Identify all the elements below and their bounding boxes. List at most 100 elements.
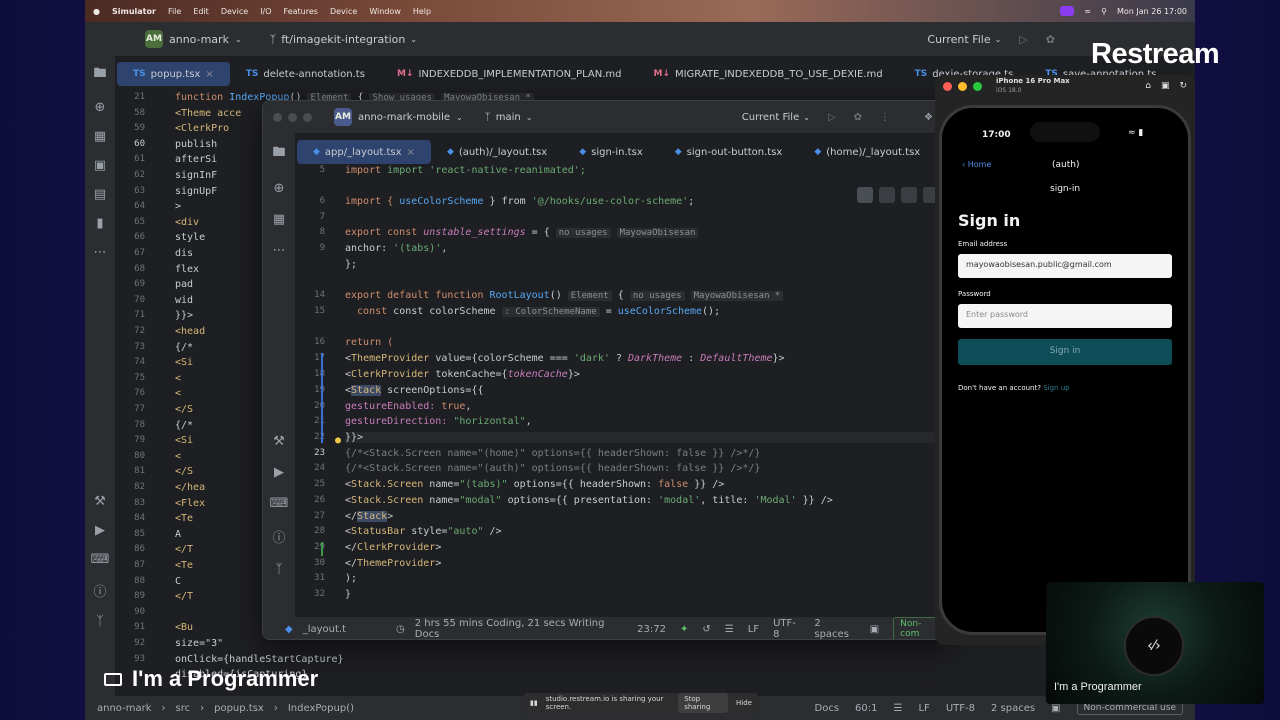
stop-sharing-button[interactable]: Stop sharing <box>678 693 729 713</box>
minimize-window-button[interactable] <box>958 81 967 91</box>
play-circle-icon[interactable]: ▶ <box>95 523 105 538</box>
inlay-hint[interactable]: no usages <box>555 228 611 238</box>
indent-setting[interactable]: 2 spaces <box>991 703 1035 714</box>
menu-edit[interactable]: Edit <box>193 7 209 16</box>
apple-icon[interactable]: ● <box>93 7 100 16</box>
close-window-button[interactable] <box>943 81 952 91</box>
hide-button[interactable]: Hide <box>736 699 752 707</box>
git-icon[interactable]: ᛉ <box>275 562 283 577</box>
crumb-function[interactable]: IndexPopup() <box>288 703 354 714</box>
plugins-icon[interactable]: ▣ <box>94 158 106 173</box>
screen-share-indicator-icon[interactable] <box>1060 6 1075 16</box>
structure-icon[interactable]: ▦ <box>94 129 106 144</box>
crumb-file[interactable]: popup.tsx <box>214 703 264 714</box>
menu-file[interactable]: File <box>168 7 181 16</box>
more-icon[interactable]: ⋯ <box>94 245 107 260</box>
tab-sign-out-button[interactable]: ◆ sign-out-button.tsx <box>659 140 799 164</box>
terminal-icon[interactable]: ⌨ <box>270 496 289 511</box>
structure-icon[interactable]: ▦ <box>273 212 285 227</box>
sync-icon[interactable]: ↺ <box>702 624 710 635</box>
front-run-config[interactable]: Current File ⌄ ▷ ✿ ⋮ ❖ <box>742 112 933 123</box>
front-code-editor[interactable]: import import 'react-native-reanimated';… <box>321 165 945 615</box>
lock-icon[interactable]: ▣ <box>870 624 879 635</box>
crumb-src[interactable]: src <box>176 703 191 714</box>
debug-icon[interactable]: ✿ <box>1046 33 1055 46</box>
indent-icon[interactable]: ☰ <box>725 624 734 635</box>
commit-icon[interactable]: ⊕ <box>95 100 106 115</box>
line-separator[interactable]: LF <box>918 703 929 714</box>
back-branch-selector[interactable]: ᛉ ft/imagekit-integration ⌄ <box>270 33 417 46</box>
close-window-button[interactable] <box>273 112 282 122</box>
coding-timer[interactable]: 2 hrs 55 mins Coding, 21 secs Writing Do… <box>415 618 627 639</box>
tab-label: (auth)/_layout.tsx <box>458 146 548 158</box>
tab-home-layout[interactable]: ◆ (home)/_layout.tsx <box>798 140 936 164</box>
tab-sign-in[interactable]: ◆ sign-in.tsx <box>563 140 659 164</box>
layers-icon[interactable]: ▤ <box>94 187 106 202</box>
indent-icon[interactable]: ☰ <box>894 703 903 714</box>
menu-help[interactable]: Help <box>413 7 431 16</box>
tab-app-layout[interactable]: ◆ app/_layout.tsx × <box>297 140 431 164</box>
menu-device[interactable]: Device <box>221 7 248 16</box>
ai-assistant-icon[interactable]: ❖ <box>924 112 933 123</box>
lightbulb-icon[interactable]: ● <box>335 435 341 446</box>
password-field[interactable]: Enter password <box>958 304 1172 328</box>
cursor-position[interactable]: 60:1 <box>855 703 877 714</box>
zoom-window-button[interactable] <box>303 112 312 122</box>
build-icon[interactable]: ⚒ <box>273 434 285 449</box>
menu-app-name[interactable]: Simulator <box>112 7 156 16</box>
file-encoding[interactable]: UTF-8 <box>773 618 800 639</box>
menubar-clock[interactable]: Mon Jan 26 17:00 <box>1117 7 1187 16</box>
front-branch-selector[interactable]: ᛉ main ⌄ <box>485 112 533 123</box>
problems-icon[interactable]: ⓘ <box>272 527 285 546</box>
back-run-config[interactable]: Current File ⌄ ▷ ✿ <box>927 33 1055 46</box>
inlay-hint[interactable]: no usages <box>629 291 685 301</box>
crumb-file[interactable]: _layout.t <box>303 624 346 635</box>
close-icon[interactable]: × <box>407 147 415 158</box>
email-field[interactable]: mayowaobisesan.public@gmail.com <box>958 254 1172 278</box>
back-button[interactable]: ‹ Home <box>962 160 991 169</box>
play-circle-icon[interactable]: ▶ <box>274 465 284 480</box>
crumb-project[interactable]: anno-mark <box>97 703 152 714</box>
menu-window[interactable]: Window <box>369 7 401 16</box>
tab-indexeddb-plan[interactable]: M↓ INDEXEDDB_IMPLEMENTATION_PLAN.md <box>381 62 638 86</box>
ai-icon[interactable]: ✦ <box>680 624 688 635</box>
line-separator[interactable]: LF <box>748 624 759 635</box>
code-line: }}> <box>175 310 194 322</box>
search-icon[interactable]: ⚲ <box>1101 7 1107 16</box>
tab-migrate-dexie[interactable]: M↓ MIGRATE_INDEXEDDB_TO_USE_DEXIE.md <box>637 62 898 86</box>
indent-setting[interactable]: 2 spaces <box>814 618 855 639</box>
tab-delete-annotation[interactable]: TS delete-annotation.ts <box>230 62 381 86</box>
run-icon[interactable]: ▷ <box>828 112 836 123</box>
more-icon[interactable]: ⋯ <box>273 243 286 258</box>
front-project-selector[interactable]: AM anno-mark-mobile ⌄ <box>334 108 463 126</box>
sign-in-button[interactable]: Sign in <box>958 339 1172 365</box>
lock-icon[interactable]: ▣ <box>1051 703 1060 714</box>
rotate-icon[interactable]: ↻ <box>1179 81 1187 91</box>
bookmark-icon[interactable]: ▮ <box>96 216 103 231</box>
file-encoding[interactable]: UTF-8 <box>946 703 975 714</box>
menu-features[interactable]: Features <box>284 7 318 16</box>
build-icon[interactable]: ⚒ <box>94 494 106 509</box>
folder-icon[interactable]: 🖿 <box>272 143 285 165</box>
sign-up-link[interactable]: Sign up <box>1043 384 1069 392</box>
tab-auth-layout[interactable]: ◆ (auth)/_layout.tsx <box>431 140 563 164</box>
git-icon[interactable]: ᛉ <box>96 614 104 629</box>
screenshot-icon[interactable]: ▣ <box>1161 81 1170 91</box>
close-icon[interactable]: × <box>205 69 213 80</box>
more-icon[interactable]: ⋮ <box>880 112 890 123</box>
menu-io[interactable]: I/O <box>260 7 271 16</box>
home-icon[interactable]: ⌂ <box>1145 81 1151 91</box>
minimize-window-button[interactable] <box>288 112 297 122</box>
problems-icon[interactable]: ⓘ <box>93 581 106 600</box>
run-icon[interactable]: ▷ <box>1019 33 1027 46</box>
wifi-icon[interactable]: ≈ <box>1084 7 1091 16</box>
commit-icon[interactable]: ⊕ <box>274 181 285 196</box>
zoom-window-button[interactable] <box>973 81 982 91</box>
back-project-selector[interactable]: AM anno-mark ⌄ <box>145 30 242 48</box>
cursor-position[interactable]: 23:72 <box>637 624 666 635</box>
terminal-icon[interactable]: ⌨ <box>91 552 110 567</box>
folder-icon[interactable]: 🖿 <box>93 64 106 86</box>
tab-popup-tsx[interactable]: TS popup.tsx × <box>117 62 230 86</box>
menu-device-2[interactable]: Device <box>330 7 357 16</box>
debug-icon[interactable]: ✿ <box>854 112 862 123</box>
